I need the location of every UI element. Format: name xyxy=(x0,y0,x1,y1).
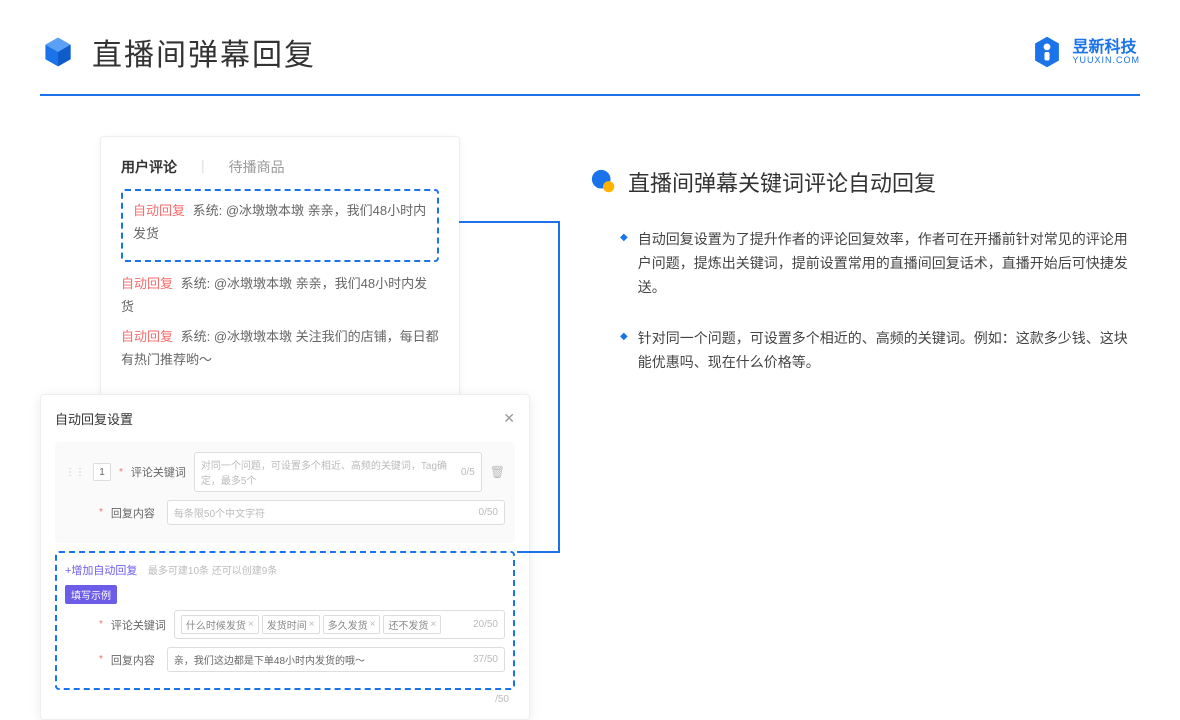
keyword-label: 评论关键词 xyxy=(131,464,186,480)
example-keyword-label: 评论关键词 xyxy=(111,617,166,633)
header-left: 直播间弹幕回复 xyxy=(40,30,316,74)
header-divider xyxy=(40,94,1140,96)
delete-icon[interactable]: 🗑 xyxy=(490,465,505,479)
page-title: 直播间弹幕回复 xyxy=(92,30,316,74)
right-column: 直播间弹幕关键词评论自动回复 ◆ 自动回复设置为了提升作者的评论回复效率，作者可… xyxy=(590,136,1140,720)
counter: 0/5 xyxy=(461,467,475,478)
example-tag: 多久发货× xyxy=(323,615,381,634)
bottom-counter: /50 xyxy=(55,690,515,705)
bullet-icon: ◆ xyxy=(620,331,628,375)
connector-line xyxy=(517,551,560,553)
example-highlight: +增加自动回复 最多可建10条 还可以创建9条 填写示例 * 评论关键词 什么时… xyxy=(55,551,515,690)
panel-title: 自动回复设置 xyxy=(55,409,133,428)
bullet-icon: ◆ xyxy=(620,232,628,299)
bullet-text: 针对同一个问题，可设置多个相近的、高频的关键词。例如：这款多少钱、这块能优惠吗、… xyxy=(638,327,1140,375)
tab-pending-products[interactable]: 待播商品 xyxy=(229,157,285,177)
left-column: 用户评论 | 待播商品 自动回复 系统: @冰墩墩本墩 亲亲，我们48小时内发货… xyxy=(40,136,540,720)
add-auto-reply-link[interactable]: +增加自动回复 xyxy=(65,565,137,577)
auto-reply-tag: 自动回复 xyxy=(121,329,173,344)
required-star: * xyxy=(99,507,103,518)
brand-name-en: YUUXIN.COM xyxy=(1072,56,1140,65)
reply-label: 回复内容 xyxy=(111,505,159,521)
header: 直播间弹幕回复 昱新科技 YUUXIN.COM xyxy=(0,0,1180,94)
counter: 0/50 xyxy=(479,507,498,518)
example-tag: 发货时间× xyxy=(262,615,320,634)
required-star: * xyxy=(119,467,123,478)
cube-icon xyxy=(40,34,76,70)
connector-line xyxy=(459,221,559,223)
example-keyword-input: 什么时候发货×发货时间×多久发货×还不发货× 20/50 xyxy=(174,610,505,639)
close-icon[interactable]: ✕ xyxy=(503,410,515,427)
chat-bubble-icon xyxy=(590,168,618,196)
example-tag: 还不发货× xyxy=(383,615,441,634)
tab-divider: | xyxy=(201,157,205,177)
example-tag: 什么时候发货× xyxy=(181,615,259,634)
brand-name-cn: 昱新科技 xyxy=(1072,40,1140,56)
auto-reply-settings-panel: 自动回复设置 ✕ ⋮⋮ 1 * 评论关键词 对同一个问题，可设置多个相近、高频的… xyxy=(40,394,530,720)
row-number: 1 xyxy=(93,463,111,481)
comments-panel: 用户评论 | 待播商品 自动回复 系统: @冰墩墩本墩 亲亲，我们48小时内发货… xyxy=(100,136,460,398)
tab-user-comments[interactable]: 用户评论 xyxy=(121,157,177,177)
example-reply-label: 回复内容 xyxy=(111,652,159,668)
add-hint: 最多可建10条 还可以创建9条 xyxy=(148,566,277,577)
brand-icon xyxy=(1030,35,1064,69)
connector-line xyxy=(558,221,560,551)
auto-reply-tag: 自动回复 xyxy=(133,203,185,218)
example-badge: 填写示例 xyxy=(65,585,117,604)
auto-reply-tag: 自动回复 xyxy=(121,276,173,291)
drag-handle-icon[interactable]: ⋮⋮ xyxy=(65,467,85,478)
bullet-text: 自动回复设置为了提升作者的评论回复效率，作者可在开播前针对常见的评论用户问题，提… xyxy=(638,228,1140,299)
section-title: 直播间弹幕关键词评论自动回复 xyxy=(628,166,936,198)
keyword-input[interactable]: 对同一个问题，可设置多个相近、高频的关键词，Tag确定，最多5个 0/5 xyxy=(194,452,482,492)
reply-input[interactable]: 每条限50个中文字符 0/50 xyxy=(167,500,505,525)
brand-logo: 昱新科技 YUUXIN.COM xyxy=(1030,35,1140,69)
example-reply-input: 亲，我们这边都是下单48小时内发货的哦～ 37/50 xyxy=(167,647,505,672)
highlighted-comment: 自动回复 系统: @冰墩墩本墩 亲亲，我们48小时内发货 xyxy=(121,189,439,262)
